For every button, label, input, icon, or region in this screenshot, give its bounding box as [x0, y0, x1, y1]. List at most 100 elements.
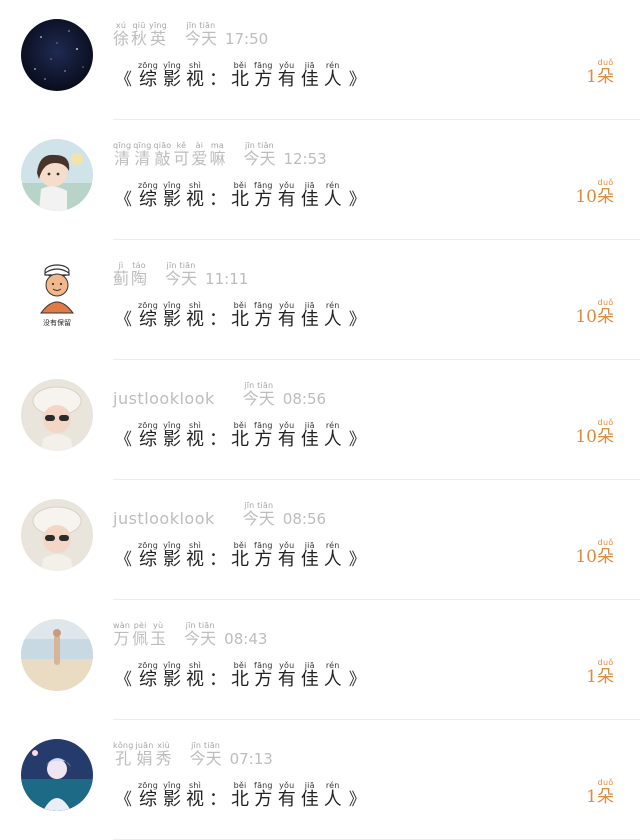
child-hat-avatar[interactable] — [21, 499, 93, 571]
count-number: 1 — [586, 787, 597, 807]
message-char: shì 视 — [186, 421, 204, 450]
message-char: rén 人 — [324, 541, 342, 570]
message-char: zōng 综 — [138, 781, 158, 810]
message-char: běi 北 — [231, 781, 249, 810]
hanzi-text: 影 — [163, 429, 182, 450]
flower-count: 10 duǒ 朵 — [575, 178, 616, 207]
hanzi-text: 佳 — [300, 429, 319, 450]
hanzi-text: 朵 — [597, 187, 614, 207]
hanzi-text: 今天 — [165, 269, 198, 288]
open-bracket: 《 — [115, 190, 132, 210]
message-char: yǒu 有 — [278, 301, 296, 330]
hanzi-text: 北 — [231, 789, 250, 810]
anime-avatar[interactable] — [21, 739, 93, 811]
message-char: rén 人 — [324, 781, 342, 810]
sender-name-char: yīng 英 — [149, 21, 167, 48]
sender-name: justlooklook — [113, 389, 215, 408]
message-text: 《 zōng 综 yǐng 影 shì 视 ： běi 北 fāng 方 yǒu 有 jiā 佳 rén 人》 — [115, 541, 366, 573]
close-bracket: 》 — [348, 670, 366, 690]
message-char: zōng 综 — [138, 541, 158, 570]
count-unit: duǒ 朵 — [597, 58, 614, 87]
message-char: jiā 佳 — [301, 181, 319, 210]
list-item[interactable]: wàn 万 pèi 佩 yù 玉 jīn tiān 今天 08:43 《 zōng 综 yǐng 影 shì… — [0, 600, 640, 720]
hanzi-text: 综 — [139, 549, 158, 570]
list-item[interactable]: 没有保留 jì 蓟 táo 陶 jīn tiān 今天 11:11 《 zōng 综 yǐng 影 shì… — [0, 240, 640, 360]
sender-name: jì 蓟 táo 陶 — [113, 261, 149, 288]
hanzi-text: 蓟 — [113, 269, 130, 288]
hanzi-text: 有 — [277, 669, 296, 690]
message-char: yǒu 有 — [278, 181, 296, 210]
colon: ： — [209, 429, 228, 450]
hanzi-text: 人 — [323, 69, 342, 90]
hanzi-text: 综 — [139, 189, 158, 210]
date-label: jīn tiān 今天 — [184, 621, 216, 648]
list-item[interactable]: justlooklook jīn tiān 今天 08:56 《 zōng 综 yǐng 影 sh… — [0, 360, 640, 480]
message-char: jiā 佳 — [301, 781, 319, 810]
avatar-caption: 没有保留 — [43, 318, 71, 327]
hanzi-text: 今天 — [242, 389, 275, 408]
hanzi-text: 视 — [186, 429, 205, 450]
beach-photo-avatar[interactable] — [21, 619, 93, 691]
hanzi-text: 万 — [113, 629, 130, 648]
hanzi-text: 方 — [254, 429, 273, 450]
message-char: zōng 综 — [138, 421, 158, 450]
count-number: 10 — [575, 187, 597, 207]
count-unit: duǒ 朵 — [597, 298, 614, 327]
hanzi-text: 佳 — [300, 189, 319, 210]
hanzi-text: 有 — [277, 789, 296, 810]
colon: ： — [209, 669, 228, 690]
hanzi-text: 秋 — [131, 29, 148, 48]
child-hat-avatar[interactable] — [21, 379, 93, 451]
hanzi-text: 影 — [163, 669, 182, 690]
hanzi-text: 方 — [254, 69, 273, 90]
message-char: rén 人 — [324, 421, 342, 450]
list-item[interactable]: justlooklook jīn tiān 今天 08:56 《 zōng 综 yǐng 影 sh… — [0, 480, 640, 600]
message-char: jiā 佳 — [301, 301, 319, 330]
message-char: fāng 方 — [254, 61, 273, 90]
list-item[interactable]: kǒng 孔 juān 娟 xiù 秀 jīn tiān 今天 07:13 《 zōng 综 yǐng 影… — [0, 720, 640, 840]
hanzi-text: 有 — [277, 429, 296, 450]
cartoon-girl-avatar[interactable] — [21, 139, 93, 211]
list-item[interactable]: qīng 清 qīng 清 qiāo 敲 kě 可 ài 爱 ma 嘛 jīn tiān 今天 12:53 《… — [0, 120, 640, 240]
hanzi-text: 今天 — [243, 149, 276, 168]
colon: ： — [209, 789, 228, 810]
hanzi-text: 佩 — [132, 629, 149, 648]
sender-name-char: qīng 清 — [113, 141, 131, 168]
time-label: 07:13 — [229, 750, 273, 768]
hanzi-text: 北 — [231, 69, 250, 90]
hanzi-text: 玉 — [150, 629, 167, 648]
cartoon-man-avatar[interactable]: 没有保留 — [21, 259, 93, 331]
sender-name: xú 徐 qiū 秋 yīng 英 — [113, 21, 169, 48]
message-char: rén 人 — [324, 661, 342, 690]
hanzi-text: 有 — [277, 309, 296, 330]
sender-name: wàn 万 pèi 佩 yù 玉 — [113, 621, 168, 648]
message-char: běi 北 — [231, 421, 249, 450]
night-sky-avatar[interactable] — [21, 19, 93, 91]
open-bracket: 《 — [115, 70, 132, 90]
hanzi-text: 综 — [139, 309, 158, 330]
count-number: 1 — [586, 667, 597, 687]
message-char: běi 北 — [231, 181, 249, 210]
date-label: jīn tiān 今天 — [190, 741, 222, 768]
open-bracket: 《 — [115, 670, 132, 690]
message-char: shì 视 — [186, 661, 204, 690]
date-label: jīn tiān 今天 — [165, 261, 197, 288]
hanzi-text: 陶 — [131, 269, 148, 288]
hanzi-text: 今天 — [242, 509, 275, 528]
time-label: 08:56 — [282, 510, 327, 528]
hanzi-text: 视 — [186, 309, 205, 330]
pinyin-text: duǒ — [597, 178, 614, 187]
message-char: fāng 方 — [254, 181, 273, 210]
message-char: yǒu 有 — [278, 421, 296, 450]
count-unit: duǒ 朵 — [597, 418, 614, 447]
sender-name-char: yù 玉 — [150, 621, 166, 648]
list-item[interactable]: xú 徐 qiū 秋 yīng 英 jīn tiān 今天 17:50 《 zōng 综 yǐng 影 sh… — [0, 0, 640, 120]
message-text: 《 zōng 综 yǐng 影 shì 视 ： běi 北 fāng 方 yǒu 有 jiā 佳 rén 人》 — [115, 61, 366, 93]
hanzi-text: 视 — [186, 189, 205, 210]
hanzi-text: 人 — [323, 309, 342, 330]
hanzi-text: 人 — [323, 669, 342, 690]
hanzi-text: 有 — [277, 69, 296, 90]
message-char: zōng 综 — [138, 301, 158, 330]
message-char: zōng 综 — [138, 61, 158, 90]
count-unit: duǒ 朵 — [597, 778, 614, 807]
